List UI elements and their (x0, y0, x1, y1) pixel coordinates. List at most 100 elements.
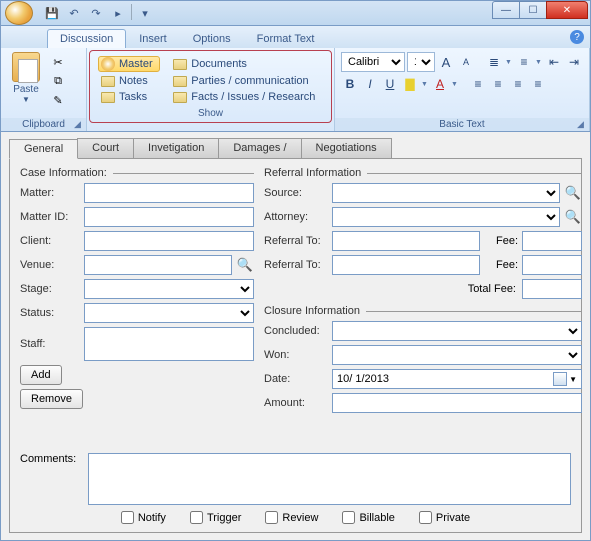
italic-button[interactable]: I (361, 74, 379, 94)
concluded-select[interactable] (332, 321, 582, 341)
check-review[interactable]: Review (265, 511, 318, 524)
maximize-button[interactable]: ☐ (519, 1, 547, 19)
shrink-font-icon[interactable]: A (457, 52, 475, 72)
tab-discussion[interactable]: Discussion (47, 29, 126, 48)
fee-input-1[interactable] (522, 231, 582, 251)
tab-insert[interactable]: Insert (126, 29, 180, 48)
show-parties[interactable]: Parties / communication (170, 74, 323, 88)
tab-damages[interactable]: Damages / (218, 138, 301, 158)
paste-icon (12, 52, 40, 82)
paste-label: Paste (13, 84, 39, 95)
add-button[interactable]: Add (20, 365, 62, 385)
paste-button[interactable]: Paste ▼ (5, 50, 47, 104)
show-facts[interactable]: Facts / Issues / Research (170, 90, 323, 104)
remove-button[interactable]: Remove (20, 389, 83, 409)
attorney-select[interactable] (332, 207, 560, 227)
grow-font-icon[interactable]: A (437, 52, 455, 72)
align-right-icon[interactable]: ≡ (509, 74, 527, 94)
tab-panel-general: Case Information: Matter: Matter ID: Cli… (9, 159, 582, 533)
folder-icon (101, 92, 115, 103)
tab-negotiations[interactable]: Negotiations (301, 138, 392, 158)
indent-icon[interactable]: ⇥ (565, 52, 583, 72)
tab-format-text[interactable]: Format Text (244, 29, 328, 48)
comments-textarea[interactable] (88, 453, 571, 505)
font-color-icon[interactable]: A (431, 74, 449, 94)
minimize-button[interactable]: — (492, 1, 520, 19)
tab-general[interactable]: General (9, 139, 78, 159)
tab-options[interactable]: Options (180, 29, 244, 48)
align-center-icon[interactable]: ≡ (489, 74, 507, 94)
label-comments: Comments: (20, 453, 80, 505)
group-clipboard: Paste ▼ ✂ ⧉ ✎ Clipboard ◢ (1, 48, 87, 131)
format-painter-icon[interactable]: ✎ (50, 92, 66, 108)
close-button[interactable]: ✕ (546, 1, 588, 19)
copy-icon[interactable]: ⧉ (50, 73, 66, 89)
matter-input[interactable] (84, 183, 254, 203)
outdent-icon[interactable]: ⇤ (545, 52, 563, 72)
underline-button[interactable]: U (381, 74, 399, 94)
matter-id-input[interactable] (84, 207, 254, 227)
status-select[interactable] (84, 303, 254, 323)
lookup-icon[interactable]: 🔍 (564, 184, 582, 202)
bullets-icon[interactable]: ≣ (485, 52, 503, 72)
save-icon[interactable]: 💾 (43, 4, 61, 22)
staff-input[interactable] (84, 327, 254, 361)
show-documents[interactable]: Documents (170, 56, 323, 72)
tab-investigation[interactable]: Invetigation (133, 138, 219, 158)
label-matter: Matter: (20, 187, 80, 199)
bold-button[interactable]: B (341, 74, 359, 94)
fee-input-2[interactable] (522, 255, 582, 275)
show-tasks[interactable]: Tasks (98, 90, 160, 104)
ribbon: Paste ▼ ✂ ⧉ ✎ Clipboard ◢ Master Documen… (0, 48, 591, 132)
separator (131, 4, 132, 20)
dialog-launcher-icon[interactable]: ◢ (577, 119, 587, 129)
lookup-icon[interactable]: 🔍 (564, 208, 582, 226)
referral-to-input-1[interactable] (332, 231, 480, 251)
check-billable[interactable]: Billable (342, 511, 394, 524)
cut-icon[interactable]: ✂ (50, 54, 66, 70)
show-item-label: Notes (119, 75, 148, 87)
office-button[interactable] (5, 1, 33, 25)
check-notify[interactable]: Notify (121, 511, 166, 524)
font-size-select[interactable]: 11 (407, 52, 435, 72)
show-master[interactable]: Master (98, 56, 160, 72)
title-bar: 💾 ↶ ↷ ▸ ▾ — ☐ ✕ (0, 0, 591, 26)
highlight-icon[interactable]: ▇ (401, 74, 419, 94)
qat-menu-icon[interactable]: ▾ (136, 4, 154, 22)
ribbon-tabstrip: Discussion Insert Options Format Text ? (0, 26, 591, 48)
calendar-icon[interactable] (553, 372, 567, 386)
align-left-icon[interactable]: ≡ (469, 74, 487, 94)
label-fee-1: Fee: (488, 235, 518, 247)
source-select[interactable] (332, 183, 560, 203)
tab-court[interactable]: Court (77, 138, 134, 158)
section-title: Case Information: (20, 167, 254, 179)
form-area: General Court Invetigation Damages / Neg… (0, 132, 591, 541)
undo-icon[interactable]: ↶ (65, 4, 83, 22)
justify-icon[interactable]: ≡ (529, 74, 547, 94)
label-client: Client: (20, 235, 80, 247)
total-fee-input[interactable] (522, 279, 582, 299)
amount-input[interactable] (332, 393, 582, 413)
stage-select[interactable] (84, 279, 254, 299)
referral-to-input-2[interactable] (332, 255, 480, 275)
check-trigger[interactable]: Trigger (190, 511, 241, 524)
check-private[interactable]: Private (419, 511, 470, 524)
help-icon[interactable]: ? (570, 30, 584, 44)
date-picker[interactable]: 10/ 1/2013▼ (332, 369, 582, 389)
client-input[interactable] (84, 231, 254, 251)
label-referral-to-1: Referral To: (264, 235, 328, 247)
group-label: Show (92, 107, 329, 120)
show-notes[interactable]: Notes (98, 74, 160, 88)
label-date: Date: (264, 373, 328, 385)
venue-input[interactable] (84, 255, 232, 275)
redo-icon[interactable]: ↷ (87, 4, 105, 22)
font-name-select[interactable]: Calibri (341, 52, 405, 72)
numbering-icon[interactable]: ≡ (515, 52, 533, 72)
case-information-section: Case Information: Matter: Matter ID: Cli… (20, 167, 254, 449)
won-select[interactable] (332, 345, 582, 365)
dialog-launcher-icon[interactable]: ◢ (74, 119, 84, 129)
next-icon[interactable]: ▸ (109, 4, 127, 22)
show-item-label: Documents (191, 58, 247, 70)
lookup-icon[interactable]: 🔍 (236, 256, 254, 274)
chevron-down-icon[interactable]: ▼ (22, 95, 30, 104)
